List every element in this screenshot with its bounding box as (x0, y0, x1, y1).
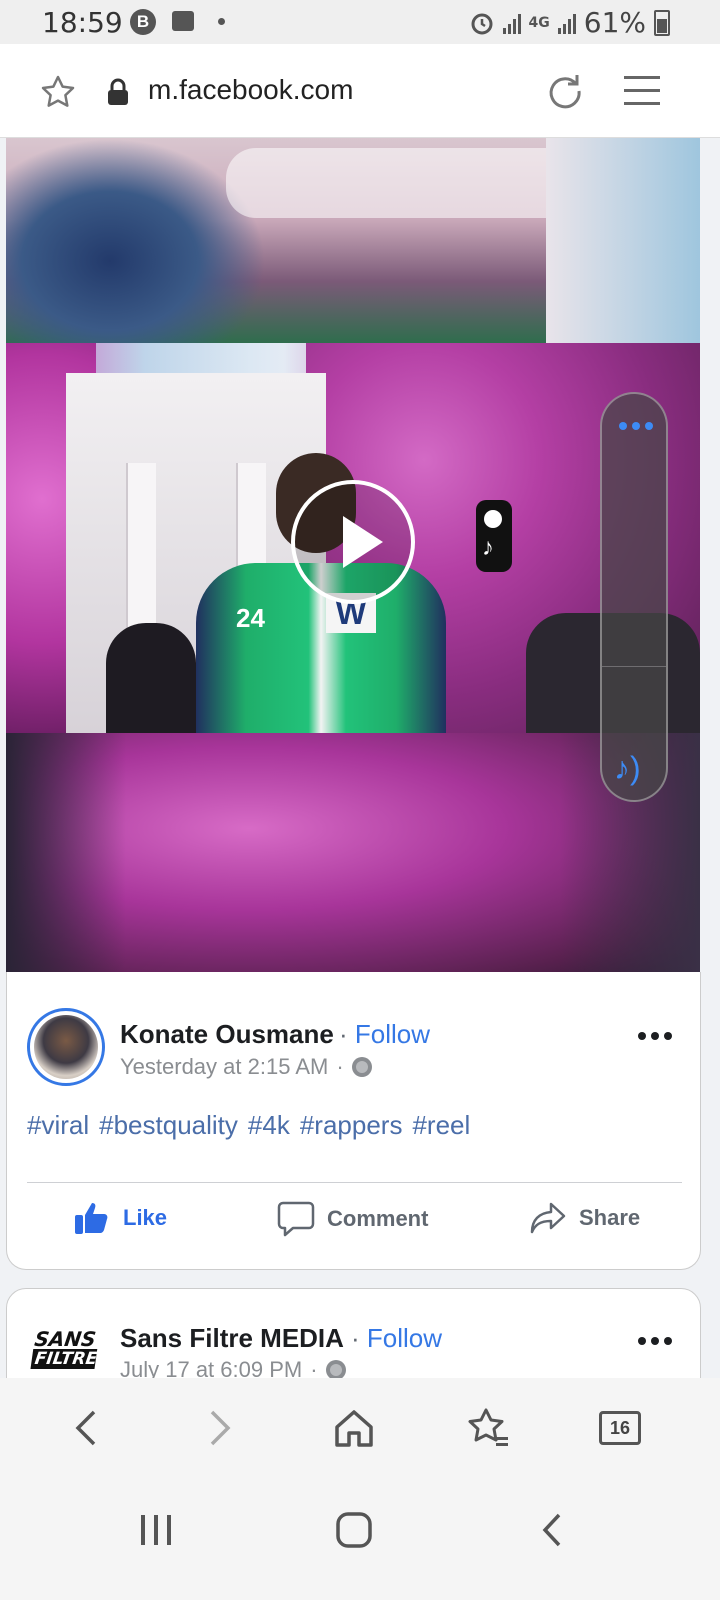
music-note-icon[interactable]: ♪) (614, 750, 641, 787)
system-back-button[interactable] (522, 1500, 582, 1560)
share-button[interactable]: Share (529, 1200, 640, 1236)
tiktok-logo-icon (476, 500, 512, 572)
video-blur-bottom (6, 733, 700, 972)
hashtag[interactable]: #reel (412, 1110, 470, 1141)
chevron-right-icon (210, 1410, 231, 1446)
back-button[interactable] (62, 1404, 110, 1452)
forward-button[interactable] (196, 1404, 244, 1452)
signal-icon-2 (557, 12, 576, 34)
image-notification-icon (172, 11, 194, 31)
star-list-icon (468, 1408, 508, 1446)
video-frame[interactable]: W 24 (6, 343, 700, 763)
globe-icon (351, 1057, 372, 1077)
network-type: 4G (528, 14, 550, 31)
alarm-icon (471, 13, 493, 34)
recent-apps-button[interactable] (126, 1500, 186, 1560)
home-icon (335, 1410, 373, 1447)
battery-percent: 61% (583, 6, 646, 39)
home-button[interactable] (330, 1404, 378, 1452)
battery-icon (654, 9, 670, 36)
hashtag[interactable]: #viral (27, 1110, 89, 1141)
share-icon (530, 1202, 566, 1234)
status-bar: 18:59 B 4G 61% (0, 0, 720, 44)
address-bar: m.facebook.com (0, 44, 720, 138)
bookmark-star-icon[interactable] (40, 74, 76, 110)
follow-link-next[interactable]: · Follow (351, 1323, 442, 1354)
back-arrow-icon (542, 1513, 561, 1547)
url-text[interactable]: m.facebook.com (148, 74, 353, 106)
system-nav-bar (0, 1478, 720, 1600)
hashtag[interactable]: #rappers (300, 1110, 403, 1141)
comment-icon (277, 1201, 315, 1237)
post-author[interactable]: Konate Ousmane (120, 1019, 334, 1050)
floating-panel[interactable]: ♪) (600, 392, 668, 802)
play-button[interactable] (291, 480, 415, 604)
b-app-icon: B (130, 9, 156, 35)
comment-button[interactable]: Comment (277, 1200, 428, 1238)
more-options-icon[interactable] (619, 422, 653, 430)
like-button[interactable]: Like (73, 1200, 167, 1236)
system-home-button[interactable] (324, 1500, 384, 1560)
globe-icon (325, 1360, 346, 1380)
post-more-icon-next[interactable] (638, 1337, 672, 1345)
bookmarks-button[interactable] (464, 1404, 512, 1452)
status-right: 4G 61% (469, 6, 670, 39)
follow-link[interactable]: · Follow (339, 1019, 430, 1050)
avatar[interactable] (27, 1008, 105, 1086)
sans-filtre-logo[interactable]: SANS FILTRE (30, 1327, 100, 1373)
thumbs-up-icon (75, 1203, 108, 1234)
signal-icon (502, 12, 521, 34)
chevron-left-icon (75, 1410, 96, 1446)
lock-icon (108, 78, 128, 105)
tab-count: 16 (599, 1411, 641, 1445)
video-blur-top (6, 138, 700, 343)
hashtags: #viral #bestquality #4k #rappers #reel (27, 1110, 470, 1141)
status-time: 18:59 (42, 6, 123, 39)
post-timestamp[interactable]: Yesterday at 2:15 AM (120, 1054, 328, 1080)
post-author-next[interactable]: Sans Filtre MEDIA (120, 1323, 344, 1354)
tabs-button[interactable]: 16 (596, 1404, 644, 1452)
browser-toolbar: 16 (0, 1378, 720, 1478)
post-meta: Yesterday at 2:15 AM · (120, 1054, 372, 1080)
reload-icon[interactable] (546, 72, 584, 110)
notification-dot-icon (218, 18, 225, 25)
hashtag[interactable]: #4k (248, 1110, 290, 1141)
recent-apps-icon (141, 1515, 171, 1545)
post-card: Konate Ousmane · Follow Yesterday at 2:1… (6, 972, 701, 1270)
divider (27, 1182, 682, 1183)
video-player[interactable]: W 24 (6, 138, 700, 972)
home-square-icon (336, 1512, 372, 1548)
hashtag[interactable]: #bestquality (99, 1110, 238, 1141)
post-more-icon[interactable] (638, 1032, 672, 1040)
jacket-number: 24 (236, 603, 265, 633)
menu-icon[interactable] (624, 74, 660, 108)
